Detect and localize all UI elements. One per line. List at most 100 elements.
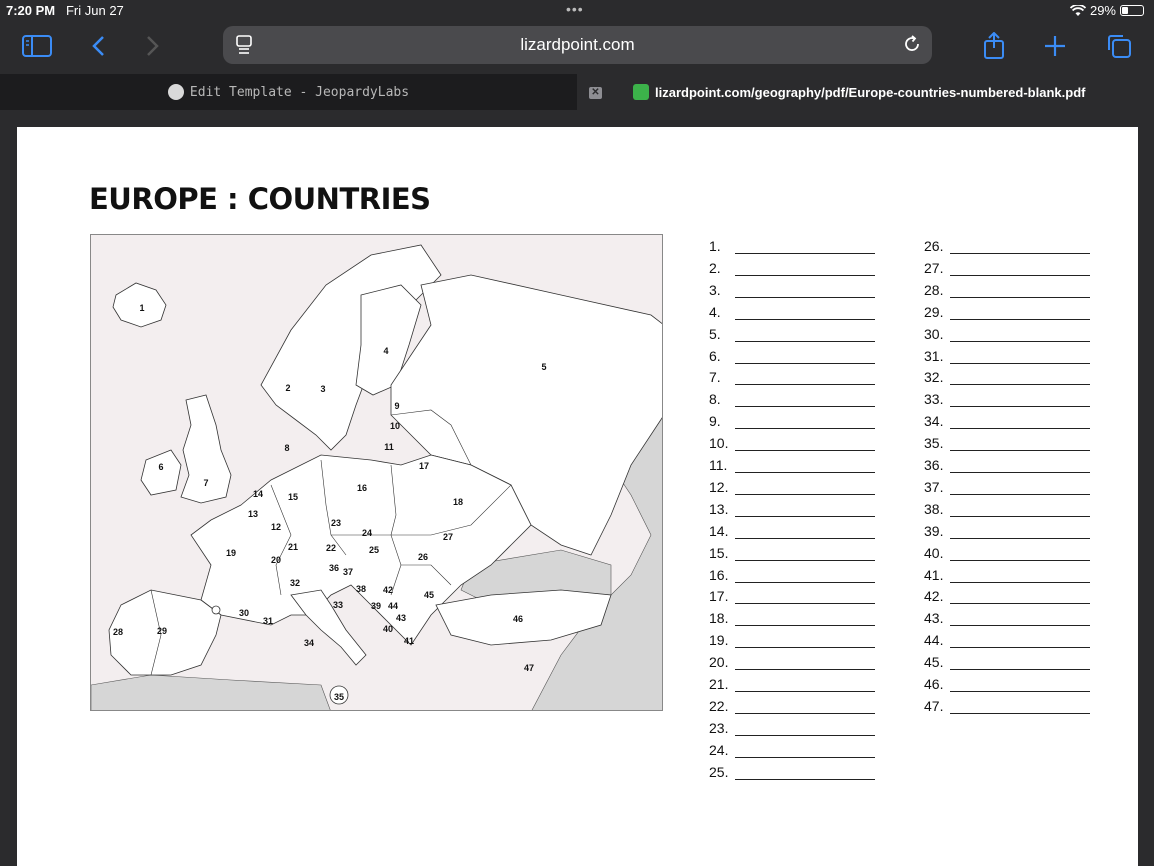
status-right: 29% [1069,3,1144,18]
new-tab-icon[interactable] [1039,30,1071,62]
answer-row: 11. [709,451,875,473]
answer-row: 10. [709,429,875,452]
answer-row: 4. [709,298,875,320]
sidebar-icon[interactable] [21,30,53,62]
answer-number: 30. [924,325,944,342]
map-number-label: 40 [382,624,394,634]
answer-number: 31. [924,347,944,364]
map-number-label: 27 [442,532,454,542]
answer-row: 14. [709,517,875,539]
answer-row: 18. [709,604,875,627]
map-number-label: 16 [356,483,368,493]
map-number-label: 2 [285,383,291,393]
answer-blank-line [950,678,1090,692]
status-bar: 7:20 PM Fri Jun 27 ••• 29% [0,0,1154,22]
map-number-label: 39 [370,601,382,611]
tab-jeopardylabs[interactable]: Edit Template - JeopardyLabs [0,74,577,110]
tab-lizardpoint-pdf[interactable]: lizardpoint.com/geography/pdf/Europe-cou… [577,74,1154,110]
map-number-label: 42 [382,585,394,595]
map-number-label: 6 [158,462,164,472]
map-number-label: 38 [355,584,367,594]
share-icon[interactable] [978,30,1010,62]
answer-row: 46. [924,670,1090,692]
tab-label: lizardpoint.com/geography/pdf/Europe-cou… [655,84,1086,100]
battery-icon [1120,5,1144,16]
answer-row: 23. [709,714,875,736]
map-number-label: 23 [330,518,342,528]
map-number-label: 21 [287,542,299,552]
answer-row: 15. [709,539,875,561]
answer-number: 25. [709,763,729,780]
answer-blank-line [735,547,875,561]
answer-blank-line [735,393,875,408]
answer-blank-line [950,437,1090,452]
answer-number: 11. [709,457,728,473]
map-number-label: 32 [289,578,301,588]
answer-number: 13. [709,500,729,517]
map-number-label: 33 [332,600,344,610]
europe-map: 1 2 3 4 5 6 7 8 9 10 11 12 13 14 15 16 17 18 19 20 21 22 23 24 2… [90,234,663,711]
back-icon[interactable] [82,30,114,62]
answer-row: 35. [924,429,1090,452]
answer-number: 21. [709,676,729,692]
answer-number: 23. [709,719,729,736]
answer-blank-line [950,306,1090,320]
answer-row: 41. [924,561,1090,583]
jeopardylabs-favicon-icon [167,84,184,100]
answer-number: 9. [709,413,721,430]
answer-number: 34. [924,413,944,430]
answer-blank-line [950,240,1090,254]
answer-row: 33. [924,385,1090,408]
answer-number: 28. [924,281,944,298]
answer-number: 24. [709,741,729,758]
map-number-label: 46 [512,614,524,624]
map-number-label: 12 [270,522,282,532]
answer-row: 22. [709,692,875,714]
answer-number: 16. [709,566,729,583]
reload-icon[interactable] [902,34,922,59]
answer-row: 6. [709,342,875,364]
answer-row: 13. [709,495,875,517]
answer-number: 41. [924,566,944,583]
map-number-label: 3 [320,384,326,394]
answer-number: 37. [924,478,944,495]
multitasking-dots-icon[interactable]: ••• [566,1,584,17]
map-number-label: 25 [368,545,380,555]
answer-row: 21. [709,670,875,692]
answer-number: 22. [709,697,729,714]
answer-row: 28. [924,276,1090,298]
answer-blank-line [735,503,875,517]
answer-row: 45. [924,648,1090,671]
answer-number: 29. [924,303,944,320]
answer-blank-line [735,306,875,320]
address-bar[interactable]: lizardpoint.com [223,26,932,64]
tabs-icon[interactable] [1103,30,1135,62]
map-number-label: 45 [423,590,435,600]
answer-number: 47. [924,697,944,714]
answer-number: 18. [709,610,729,627]
map-number-label: 22 [325,543,337,553]
map-number-label: 29 [156,626,168,636]
answer-number: 38. [924,500,944,517]
answer-blank-line [735,700,875,714]
answer-number: 32. [924,369,944,386]
answer-blank-line [735,722,875,736]
answer-blank-line [950,590,1090,605]
wifi-icon [1069,4,1086,16]
answer-row: 42. [924,582,1090,605]
answer-row: 20. [709,648,875,671]
answer-row: 40. [924,539,1090,561]
europe-map-drawing [91,244,662,710]
answer-row: 43. [924,604,1090,627]
answer-blank-line [950,525,1090,539]
answer-number: 8. [709,391,721,408]
pdf-page: EUROPE : COUNTRIES 1 2 3 4 5 6 7 8 9 10 … [17,127,1138,866]
answer-blank-line [735,656,875,671]
answer-blank-line [950,700,1090,714]
close-tab-icon[interactable]: ✕ [589,87,602,99]
map-number-label: 5 [541,362,547,372]
answer-row: 31. [924,342,1090,364]
answer-number: 39. [924,522,944,539]
answer-blank-line [950,612,1090,627]
forward-icon[interactable] [137,30,169,62]
